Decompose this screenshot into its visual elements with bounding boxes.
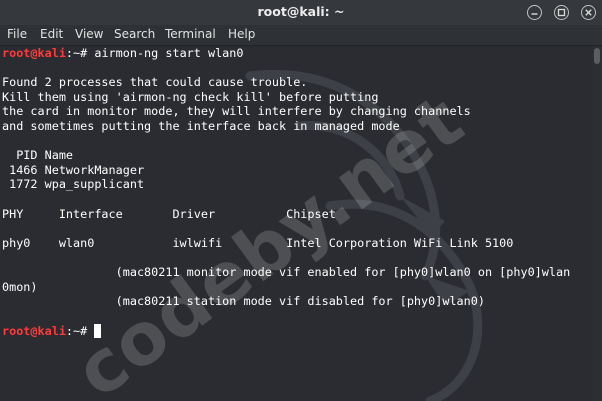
prompt-user: root@kali	[2, 324, 66, 338]
menu-view[interactable]: View	[75, 27, 103, 41]
prompt-path: :~#	[65, 46, 95, 60]
prompt-line-1: root@kali:~# airmon-ng start wlan0	[2, 46, 244, 60]
output-line: PID Name	[2, 148, 74, 163]
maximize-icon[interactable]	[554, 5, 569, 20]
output-line: PHY Interface Driver Chipset	[2, 206, 336, 221]
window-title: root@kali: ~	[257, 4, 345, 19]
close-icon[interactable]	[581, 5, 596, 20]
output-line: the card in monitor mode, they will inte…	[2, 104, 471, 119]
output-line: and sometimes putting the interface back…	[2, 119, 400, 133]
scrollbar-thumb[interactable]	[594, 48, 600, 64]
minimize-icon[interactable]	[527, 5, 542, 20]
menu-search[interactable]: Search	[114, 27, 155, 41]
output-line: phy0 wlan0 iwlwifi Intel Corporation WiF…	[2, 235, 514, 250]
output-line: 1466 NetworkManager	[2, 162, 145, 177]
prompt-line-2: root@kali:~#	[2, 324, 102, 338]
terminal-area[interactable]: codeby.net root@kali:~# airmon-ng start …	[0, 46, 592, 401]
text-cursor	[94, 324, 102, 338]
prompt-user: root@kali	[2, 46, 66, 60]
terminal-window: root@kali: ~ File Edit View Search Termi…	[0, 0, 602, 401]
menu-edit[interactable]: Edit	[40, 27, 63, 41]
scrollbar[interactable]	[592, 46, 602, 401]
command-text: airmon-ng start wlan0	[94, 46, 244, 60]
output-line: (mac80211 station mode vif disabled for …	[2, 294, 485, 309]
title-bar[interactable]: root@kali: ~	[0, 0, 602, 25]
menu-help[interactable]: Help	[228, 27, 255, 41]
output-line: (mac80211 monitor mode vif enabled for […	[2, 265, 571, 279]
menu-terminal[interactable]: Terminal	[165, 27, 216, 41]
output-line: Kill them using 'airmon-ng check kill' b…	[2, 89, 379, 104]
output-line: Found 2 processes that could cause troub…	[2, 75, 308, 90]
menu-file[interactable]: File	[7, 27, 27, 41]
output-line: 1772 wpa_supplicant	[2, 177, 145, 192]
output-line: 0mon)	[2, 279, 38, 294]
prompt-path: :~#	[65, 324, 95, 338]
menu-bar: File Edit View Search Terminal Help	[0, 25, 602, 46]
